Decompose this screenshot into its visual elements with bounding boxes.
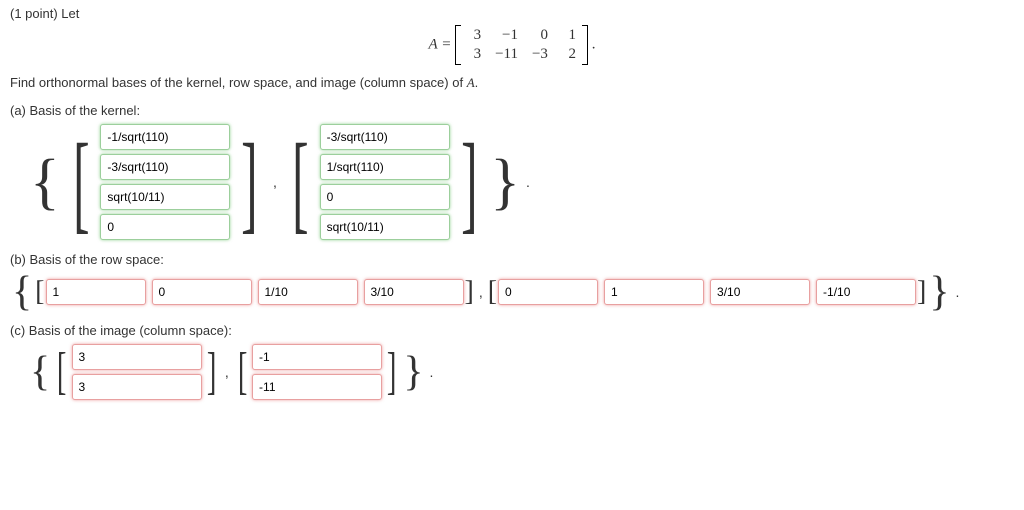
kernel-v1-c3[interactable] bbox=[100, 184, 230, 210]
open-bracket-icon: [ bbox=[72, 127, 89, 237]
period: . bbox=[952, 284, 960, 300]
close-brace-icon: } bbox=[927, 271, 951, 313]
part-c-label: (c) Basis of the image (column space): bbox=[10, 323, 1014, 338]
kernel-v1-c4[interactable] bbox=[100, 214, 230, 240]
kernel-v2-c2[interactable] bbox=[320, 154, 450, 180]
period: . bbox=[426, 364, 434, 380]
vector-separator: , bbox=[475, 284, 487, 300]
close-brace-icon: } bbox=[488, 151, 522, 213]
close-bracket-icon: ] bbox=[241, 127, 258, 237]
kernel-v2-c3[interactable] bbox=[320, 184, 450, 210]
close-bracket-icon: ] bbox=[206, 346, 217, 398]
part-b-set: { [ ] , [ ] } . bbox=[10, 271, 1014, 313]
part-c-set: { [ ] , [ ] } . bbox=[10, 342, 1014, 402]
close-bracket-icon: ] bbox=[916, 278, 927, 306]
matrix-grid: 3 −1 0 1 3 −11 −3 2 bbox=[463, 25, 580, 65]
kernel-v1-c2[interactable] bbox=[100, 154, 230, 180]
matrix-lhs: A = bbox=[429, 36, 452, 52]
rowspace-v2-c4[interactable] bbox=[816, 279, 916, 305]
period: . bbox=[522, 174, 530, 190]
rowspace-v2-c3[interactable] bbox=[710, 279, 810, 305]
open-bracket-icon: [ bbox=[57, 346, 68, 398]
instruction-text: Find orthonormal bases of the kernel, ro… bbox=[10, 75, 1014, 91]
rowspace-v1-c1[interactable] bbox=[46, 279, 146, 305]
matrix-left-bracket bbox=[455, 25, 461, 65]
rowspace-v1-c4[interactable] bbox=[364, 279, 464, 305]
image-v2-c1[interactable] bbox=[252, 344, 382, 370]
part-b-label: (b) Basis of the row space: bbox=[10, 252, 1014, 267]
close-brace-icon: } bbox=[401, 351, 425, 393]
rowspace-v2-c2[interactable] bbox=[604, 279, 704, 305]
part-a-label: (a) Basis of the kernel: bbox=[10, 103, 1014, 118]
open-bracket-icon: [ bbox=[487, 278, 498, 306]
image-v2-c2[interactable] bbox=[252, 374, 382, 400]
close-bracket-icon: ] bbox=[460, 127, 477, 237]
matrix-right-bracket bbox=[582, 25, 588, 65]
open-bracket-icon: [ bbox=[34, 278, 45, 306]
kernel-v1-c1[interactable] bbox=[100, 124, 230, 150]
part-a-set: { [ ] , [ ] } . bbox=[10, 122, 1014, 242]
kernel-v2-c1[interactable] bbox=[320, 124, 450, 150]
image-v1-c2[interactable] bbox=[72, 374, 202, 400]
open-bracket-icon: [ bbox=[237, 346, 248, 398]
open-bracket-icon: [ bbox=[292, 127, 309, 237]
matrix-trail: . bbox=[592, 36, 596, 52]
close-bracket-icon: ] bbox=[464, 278, 475, 306]
rowspace-v2-c1[interactable] bbox=[498, 279, 598, 305]
matrix-equation: A = 3 −1 0 1 3 −11 −3 2 . bbox=[10, 25, 1014, 65]
image-v1-c1[interactable] bbox=[72, 344, 202, 370]
vector-separator: , bbox=[221, 364, 233, 380]
points-label: (1 point) Let bbox=[10, 6, 1014, 21]
vector-separator: , bbox=[269, 174, 281, 190]
kernel-v2-c4[interactable] bbox=[320, 214, 450, 240]
open-brace-icon: { bbox=[10, 271, 34, 313]
open-brace-icon: { bbox=[28, 151, 62, 213]
rowspace-v1-c3[interactable] bbox=[258, 279, 358, 305]
rowspace-v1-c2[interactable] bbox=[152, 279, 252, 305]
open-brace-icon: { bbox=[28, 351, 52, 393]
close-bracket-icon: ] bbox=[386, 346, 397, 398]
